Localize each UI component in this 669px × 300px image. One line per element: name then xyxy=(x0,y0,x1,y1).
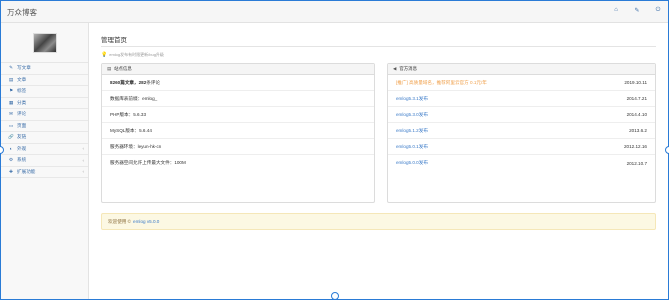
welcome-banner: 欢迎使用 © emlog v5.0.0 xyxy=(101,213,656,230)
sidebar-item-posts[interactable]: ▤ 文章 xyxy=(1,75,88,86)
stats-row: 8260篇文章，282条评论 xyxy=(102,75,374,91)
news-row: [推广] 高质量域名，推荐阿里云官方 0.1元/年 2019.10.11 xyxy=(388,75,655,91)
sidebar-item-write[interactable]: ✎ 写文章 xyxy=(1,63,88,75)
news-date: 2019.10.11 xyxy=(624,80,647,85)
info-text: 服务器空间允许上传最大文件：100M xyxy=(110,160,186,165)
news-link[interactable]: emlog5.1.2发布 xyxy=(396,128,428,134)
panel-title: 官方消息 xyxy=(399,66,417,71)
info-row: 服务器环境：leyun-hk-cn xyxy=(102,139,374,155)
sidebar-item-label: 文章 xyxy=(17,76,27,82)
info-text: 数据库表前缀：emlog_ xyxy=(110,95,158,101)
page-icon: ▭ xyxy=(8,122,14,128)
chevron-left-icon: ‹ xyxy=(82,169,84,175)
info-text: PHP版本：5.6.33 xyxy=(110,111,146,117)
news-row: emlog5.0.0发布 2012.10.7 xyxy=(388,155,655,171)
news-date: 2013.6.2 xyxy=(629,128,647,133)
official-news-panel: ◀ 官方消息 [推广] 高质量域名，推荐阿里云官方 0.1元/年 2019.10… xyxy=(387,63,656,203)
site-info-panel: ▤ 站点信息 8260篇文章，282条评论 数据库表前缀：emlog_ PHP版… xyxy=(101,63,375,203)
top-bar: 万众博客 ⌂ ✎ ⏻ xyxy=(1,1,668,23)
notice-text: emlog发布有时限更新/bug升级 xyxy=(109,52,164,57)
bullhorn-icon: ◀ xyxy=(393,66,397,71)
avatar-area xyxy=(1,23,88,63)
sidebar-item-label: 友链 xyxy=(17,134,27,140)
tag-icon: ⚑ xyxy=(8,88,14,94)
divider xyxy=(101,46,656,47)
comment-icon: ✉ xyxy=(9,111,13,117)
sidebar-item-tags[interactable]: ⚑ 标签 xyxy=(1,86,88,98)
sidebar-item-categories[interactable]: ▦ 分类 xyxy=(1,98,88,109)
panel-heading: ▤ 站点信息 xyxy=(102,64,374,75)
news-row: emlog5.3.0发布 2014.4.10 xyxy=(388,107,655,123)
news-link[interactable]: emlog5.3.0发布 xyxy=(396,112,428,118)
info-row: PHP版本：5.6.33 xyxy=(102,107,374,123)
news-row: emlog5.3.1发布 2014.7.21 xyxy=(388,91,655,107)
page-title: 管理首页 xyxy=(101,37,127,44)
resize-handle-bottom[interactable] xyxy=(331,292,339,300)
panel-heading: ◀ 官方消息 xyxy=(388,64,655,75)
news-date: 2012.10.7 xyxy=(626,160,647,166)
avatar[interactable] xyxy=(32,32,57,53)
home-icon[interactable]: ⌂ xyxy=(612,7,620,14)
version-link[interactable]: emlog v5.0.0 xyxy=(133,219,159,224)
news-link[interactable]: emlog5.0.0发布 xyxy=(396,160,428,166)
palette-icon: ◐ xyxy=(9,146,13,152)
welcome-text: 欢迎使用 © xyxy=(108,218,132,224)
comment-unit: 条评论 xyxy=(146,79,161,85)
power-icon[interactable]: ⏻ xyxy=(654,7,662,14)
sidebar-item-label: 扩展功能 xyxy=(17,168,36,174)
sidebar-item-label: 标签 xyxy=(17,88,27,94)
link-icon: 🔗 xyxy=(8,134,14,140)
sidebar-item-pages[interactable]: ▭ 页面 xyxy=(1,121,88,132)
sidebar-item-appearance[interactable]: ◐ 外观 ‹ xyxy=(1,144,88,155)
info-row: MySQL版本：5.6.44 xyxy=(102,123,374,139)
list-icon: ▤ xyxy=(107,66,112,71)
main-content: 管理首页 💡 emlog发布有时限更新/bug升级 ▤ 站点信息 8260篇文章… xyxy=(90,23,668,299)
lightbulb-icon: 💡 xyxy=(101,52,108,58)
update-notice[interactable]: 💡 emlog发布有时限更新/bug升级 xyxy=(101,52,164,58)
info-row: 服务器空间允许上传最大文件：100M xyxy=(102,155,374,171)
news-row: emlog5.0.1发布 2012.12.16 xyxy=(388,139,655,155)
chevron-left-icon: ‹ xyxy=(82,157,84,163)
resize-handle-right[interactable] xyxy=(665,146,669,154)
chevron-left-icon: ‹ xyxy=(82,146,84,152)
sidebar-item-label: 分类 xyxy=(17,99,27,105)
sidebar-item-comments[interactable]: ✉ 评论 xyxy=(1,109,88,121)
sidebar-item-system[interactable]: ⚙ 系统 ‹ xyxy=(1,155,88,167)
info-text: 服务器环境：leyun-hk-cn xyxy=(110,143,162,149)
list-icon: ▤ xyxy=(8,76,14,82)
stats-text: 8260篇文章，282条评论 xyxy=(110,80,160,86)
news-link[interactable]: emlog5.3.1发布 xyxy=(396,96,428,102)
news-date: 2014.7.21 xyxy=(626,96,647,101)
panel-title: 站点信息 xyxy=(114,66,132,71)
info-row: 数据库表前缀：emlog_ xyxy=(102,91,374,107)
pencil-icon: ✎ xyxy=(9,65,13,71)
news-link[interactable]: [推广] 高质量域名，推荐阿里云官方 0.1元/年 xyxy=(396,80,487,86)
news-date: 2012.12.16 xyxy=(624,144,647,149)
sidebar-item-links[interactable]: 🔗 友链 xyxy=(1,132,88,144)
sidebar-item-label: 写文章 xyxy=(17,65,31,71)
news-date: 2014.4.10 xyxy=(626,112,647,117)
sidebar-item-label: 外观 xyxy=(17,145,27,151)
sidebar-item-label: 评论 xyxy=(17,111,27,117)
news-row: emlog5.1.2发布 2013.6.2 xyxy=(388,123,655,139)
sidebar-item-label: 系统 xyxy=(17,157,27,163)
sidebar-item-label: 页面 xyxy=(17,122,27,128)
top-icons: ⌂ ✎ ⏻ xyxy=(612,7,662,14)
wrench-icon[interactable]: ✎ xyxy=(633,7,641,14)
category-icon: ▦ xyxy=(8,99,14,105)
info-text: MySQL版本：5.6.44 xyxy=(110,127,152,133)
plus-icon: ✚ xyxy=(9,168,13,174)
sidebar-item-extensions[interactable]: ✚ 扩展功能 ‹ xyxy=(1,167,88,178)
news-link[interactable]: emlog5.0.1发布 xyxy=(396,144,428,150)
sidebar: ✎ 写文章 ▤ 文章 ⚑ 标签 ▦ 分类 ✉ 评论 ▭ 页面 🔗 友链 ◐ 外观… xyxy=(1,23,89,299)
site-brand[interactable]: 万众博客 xyxy=(7,7,37,18)
gear-icon: ⚙ xyxy=(8,157,14,163)
post-unit: 260篇文章， xyxy=(112,79,139,85)
